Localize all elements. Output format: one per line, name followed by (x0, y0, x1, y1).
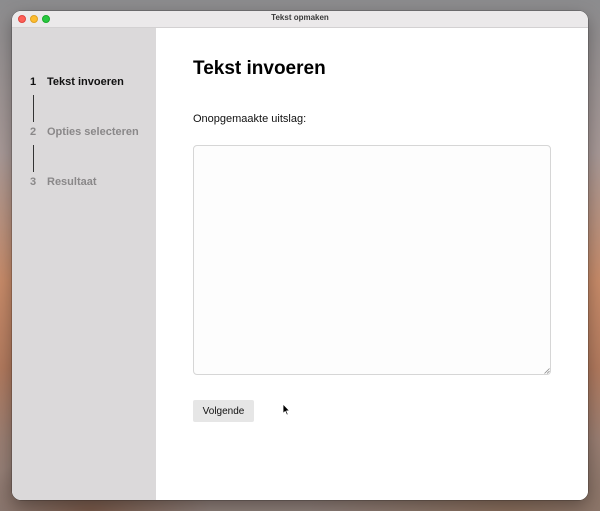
step-tekst-invoeren: 1 Tekst invoeren (30, 75, 124, 89)
step-connector-line (33, 145, 34, 172)
app-window: Tekst opmaken 1 Tekst invoeren 2 Opties se… (12, 11, 588, 500)
mouse-pointer-icon (282, 403, 290, 416)
title-bar[interactable]: Tekst opmaken (12, 11, 588, 28)
raw-output-textarea[interactable] (193, 145, 551, 375)
step-connector-line (33, 95, 34, 122)
resize-grip-icon[interactable] (544, 368, 550, 374)
next-button[interactable]: Volgende (193, 400, 254, 422)
step-resultaat: 3 Resultaat (30, 175, 97, 189)
window-title: Tekst opmaken (271, 13, 329, 22)
step-label: Opties selecteren (47, 126, 139, 138)
step-number: 3 (30, 176, 37, 188)
wizard-steps-sidebar: 1 Tekst invoeren 2 Opties selecteren 3 Resu… (12, 28, 156, 500)
page-title: Tekst invoeren (193, 58, 326, 79)
step-number: 2 (30, 126, 37, 138)
step-label: Tekst invoeren (47, 76, 124, 88)
main-content: Tekst invoeren Onopgemaakte uitslag: Vol… (156, 28, 588, 500)
step-number: 1 (30, 76, 37, 88)
step-opties-selecteren: 2 Opties selecteren (30, 125, 139, 139)
raw-output-label: Onopgemaakte uitslag: (193, 113, 307, 125)
step-label: Resultaat (47, 176, 97, 188)
desktop-background: Tekst opmaken 1 Tekst invoeren 2 Opties se… (0, 0, 600, 511)
